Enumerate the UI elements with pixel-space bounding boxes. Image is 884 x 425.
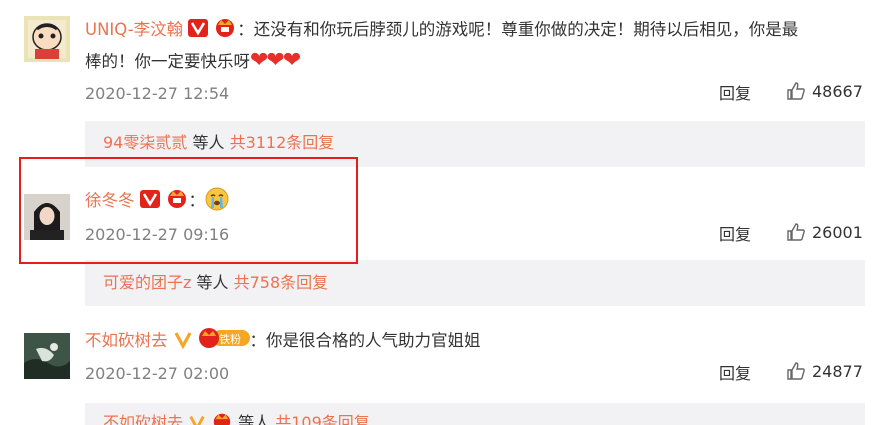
comment-separator: ： — [237, 20, 254, 39]
heart-emoji-icon: ❤❤❤ — [250, 48, 301, 73]
comment-text: 还没有和你玩后脖颈儿的游戏呢！尊重你做的决定！期待以后相见，你是最 — [253, 20, 799, 39]
sub-reply-middle: 等人 — [191, 273, 234, 292]
reply-button[interactable]: 回复 — [719, 224, 751, 246]
view-replies-link[interactable]: 共109条回复 — [275, 413, 370, 425]
view-replies-link[interactable]: 共3112条回复 — [230, 133, 335, 152]
sub-replies-box[interactable]: 可爱的团子z 等人 共758条回复 — [85, 260, 865, 306]
username-link[interactable]: UNIQ-李汶翰 — [85, 20, 183, 39]
like-count: 26001 — [812, 223, 863, 242]
avatar[interactable] — [24, 333, 70, 379]
sub-reply-user[interactable]: 94零柒贰贰 — [103, 133, 187, 152]
like-count: 48667 — [812, 82, 863, 101]
verified-v-gold-icon — [173, 329, 193, 358]
thumbs-up-icon — [787, 223, 805, 241]
comment-body: 不如砍树去 铁粉 ：你是很合格的人气助力官姐姐 — [85, 327, 864, 358]
sub-replies-box[interactable]: 不如砍树去 等人 共109条回复 — [85, 403, 865, 425]
comment-body-cont: 棒的！你一定要快乐呀❤❤❤ — [85, 47, 864, 76]
comment-text-cont: 棒的！你一定要快乐呀 — [85, 52, 250, 71]
like-button[interactable]: 26001 — [786, 222, 863, 244]
fan-badge-text: 铁粉 — [219, 333, 241, 346]
crown-member-icon — [213, 16, 237, 47]
sub-reply-user[interactable]: 可爱的团子z — [103, 273, 191, 292]
like-count: 24877 — [812, 362, 863, 381]
thumbs-up-icon — [787, 82, 805, 100]
like-button[interactable]: 24877 — [786, 361, 863, 383]
comment-separator: ： — [249, 331, 267, 350]
username-link[interactable]: 不如砍树去 — [85, 331, 168, 350]
comment-text: 你是很合格的人气助力官姐姐 — [266, 331, 481, 350]
comment-body: UNIQ-李汶翰 ：还没有和你玩后脖颈儿的游戏呢！尊重你做的决定！期待以后相见，你… — [85, 16, 864, 47]
sub-reply-user[interactable]: 不如砍树去 — [103, 413, 183, 425]
reply-button[interactable]: 回复 — [719, 363, 751, 385]
verified-v-gold-icon — [188, 413, 206, 425]
crown-member-icon — [211, 411, 233, 425]
comment-time: 2020-12-27 12:54 — [85, 84, 230, 103]
thumbs-up-icon — [787, 362, 805, 380]
sub-reply-middle: 等人 — [187, 133, 230, 152]
highlight-box — [19, 157, 358, 264]
fan-level-badge-icon: 铁粉 — [198, 327, 250, 358]
view-replies-link[interactable]: 共758条回复 — [234, 273, 329, 292]
reply-button[interactable]: 回复 — [719, 83, 751, 105]
verified-v-icon — [188, 18, 209, 47]
sub-reply-middle: 等人 — [233, 413, 276, 425]
avatar[interactable] — [24, 16, 70, 62]
comment-time: 2020-12-27 02:00 — [85, 364, 230, 383]
like-button[interactable]: 48667 — [786, 81, 863, 103]
